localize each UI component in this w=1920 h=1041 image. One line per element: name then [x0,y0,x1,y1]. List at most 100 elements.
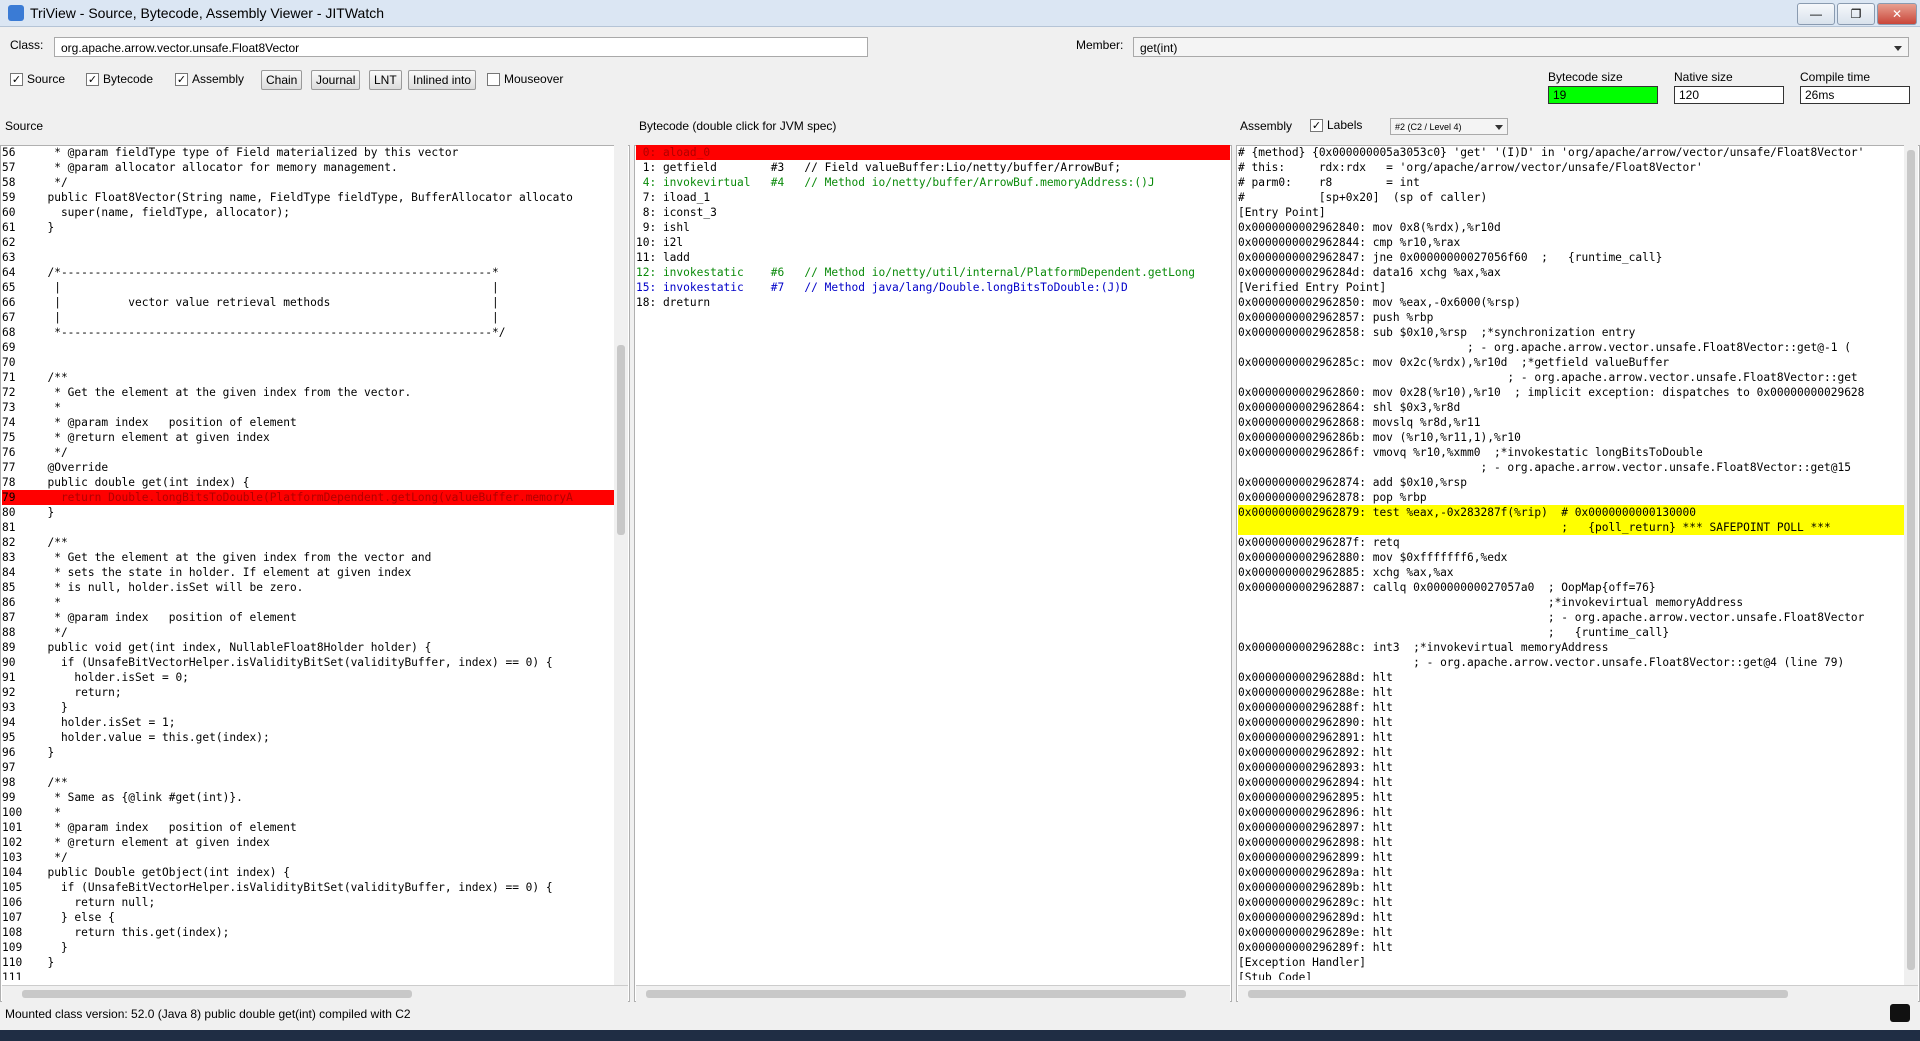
source-line[interactable]: 70 [2,355,614,370]
assembly-code[interactable]: # {method} {0x000000005a3053c0} 'get' '(… [1238,145,1904,980]
assembly-line[interactable]: 0x0000000002962878: pop %rbp [1238,490,1904,505]
source-line[interactable]: 76 */ [2,445,614,460]
source-line[interactable]: 77 @Override [2,460,614,475]
source-line[interactable]: 74 * @param index position of element [2,415,614,430]
source-line[interactable]: 78 public double get(int index) { [2,475,614,490]
assembly-line[interactable]: 0x000000000296286b: mov (%r10,%r11,1),%r… [1238,430,1904,445]
assembly-line[interactable]: 0x0000000002962887: callq 0x000000000270… [1238,580,1904,595]
bytecode-line[interactable]: 12: invokestatic #6 // Method io/netty/u… [636,265,1230,280]
assembly-line[interactable]: 0x0000000002962844: cmp %r10,%rax [1238,235,1904,250]
assembly-line[interactable]: ; - org.apache.arrow.vector.unsafe.Float… [1238,340,1904,355]
bytecode-line[interactable]: 8: iconst_3 [636,205,1230,220]
source-line[interactable]: 67 | | [2,310,614,325]
bytecode-line[interactable]: 9: ishl [636,220,1230,235]
source-line[interactable]: 57 * @param allocator allocator for memo… [2,160,614,175]
assembly-horizontal-scrollbar[interactable] [1238,985,1918,1002]
source-checkbox[interactable]: ✓ Source [10,71,65,87]
assembly-line[interactable]: 0x000000000296288f: hlt [1238,700,1904,715]
assembly-line[interactable]: # parm0: r8 = int [1238,175,1904,190]
source-line[interactable]: 88 */ [2,625,614,640]
assembly-line[interactable]: ; - org.apache.arrow.vector.unsafe.Float… [1238,460,1904,475]
source-line[interactable]: 85 * is null, holder.isSet will be zero. [2,580,614,595]
source-line[interactable]: 90 if (UnsafeBitVectorHelper.isValidityB… [2,655,614,670]
assembly-line[interactable]: 0x000000000296289d: hlt [1238,910,1904,925]
assembly-line[interactable]: 0x0000000002962894: hlt [1238,775,1904,790]
mouseover-checkbox[interactable]: Mouseover [487,71,563,87]
assembly-line[interactable]: 0x0000000002962899: hlt [1238,850,1904,865]
source-line[interactable]: 95 holder.value = this.get(index); [2,730,614,745]
source-line[interactable]: 94 holder.isSet = 1; [2,715,614,730]
assembly-line[interactable]: ; - org.apache.arrow.vector.unsafe.Float… [1238,610,1904,625]
source-line[interactable]: 105 if (UnsafeBitVectorHelper.isValidity… [2,880,614,895]
source-line[interactable]: 109 } [2,940,614,955]
assembly-line[interactable]: [Exception Handler] [1238,955,1904,970]
source-line[interactable]: 82 /** [2,535,614,550]
assembly-line[interactable]: 0x000000000296289e: hlt [1238,925,1904,940]
scroll-thumb[interactable] [1907,150,1915,970]
source-line[interactable]: 99 * Same as {@link #get(int)}. [2,790,614,805]
source-line[interactable]: 84 * sets the state in holder. If elemen… [2,565,614,580]
source-horizontal-scrollbar[interactable] [2,985,628,1002]
assembly-checkbox[interactable]: ✓ Assembly [175,71,244,87]
source-line[interactable]: 69 [2,340,614,355]
assembly-line[interactable]: 0x0000000002962896: hlt [1238,805,1904,820]
source-line[interactable]: 61 } [2,220,614,235]
source-line[interactable]: 64 /*-----------------------------------… [2,265,614,280]
bytecode-line[interactable]: 18: dreturn [636,295,1230,310]
source-line[interactable]: 68 *------------------------------------… [2,325,614,340]
source-vertical-scrollbar[interactable] [614,145,628,985]
source-line[interactable]: 66 | vector value retrieval methods | [2,295,614,310]
assembly-line[interactable]: 0x0000000002962857: push %rbp [1238,310,1904,325]
scroll-thumb[interactable] [646,990,1186,998]
bytecode-horizontal-scrollbar[interactable] [636,985,1230,1002]
bytecode-line[interactable]: 10: i2l [636,235,1230,250]
assembly-line[interactable]: # this: rdx:rdx = 'org/apache/arrow/vect… [1238,160,1904,175]
assembly-line[interactable]: 0x0000000002962858: sub $0x10,%rsp ;*syn… [1238,325,1904,340]
assembly-line[interactable]: 0x0000000002962885: xchg %ax,%ax [1238,565,1904,580]
source-line[interactable]: 103 */ [2,850,614,865]
source-line[interactable]: 59 public Float8Vector(String name, Fiel… [2,190,614,205]
bytecode-line[interactable]: 7: iload_1 [636,190,1230,205]
source-line[interactable]: 102 * @return element at given index [2,835,614,850]
assembly-line[interactable]: 0x0000000002962868: movslq %r8d,%r11 [1238,415,1904,430]
compilation-select[interactable]: #2 (C2 / Level 4) [1390,118,1508,135]
source-line[interactable]: 107 } else { [2,910,614,925]
source-line[interactable]: 87 * @param index position of element [2,610,614,625]
source-line[interactable]: 58 */ [2,175,614,190]
bytecode-checkbox[interactable]: ✓ Bytecode [86,71,153,87]
assembly-line[interactable]: 0x0000000002962892: hlt [1238,745,1904,760]
bytecode-line[interactable]: 1: getfield #3 // Field valueBuffer:Lio/… [636,160,1230,175]
source-line[interactable]: 72 * Get the element at the given index … [2,385,614,400]
source-line[interactable]: 93 } [2,700,614,715]
assembly-line[interactable]: 0x0000000002962895: hlt [1238,790,1904,805]
scroll-thumb[interactable] [1248,990,1788,998]
assembly-line[interactable]: 0x000000000296288c: int3 ;*invokevirtual… [1238,640,1904,655]
assembly-line[interactable]: 0x000000000296288e: hlt [1238,685,1904,700]
source-line[interactable]: 56 * @param fieldType type of Field mate… [2,145,614,160]
bytecode-line[interactable]: 0: aload_0 [636,145,1230,160]
labels-checkbox[interactable]: ✓ Labels [1310,117,1362,133]
source-line[interactable]: 104 public Double getObject(int index) { [2,865,614,880]
assembly-line[interactable]: 0x0000000002962890: hlt [1238,715,1904,730]
source-line[interactable]: 108 return this.get(index); [2,925,614,940]
assembly-line[interactable]: 0x000000000296287f: retq [1238,535,1904,550]
assembly-line[interactable]: 0x000000000296285c: mov 0x2c(%rdx),%r10d… [1238,355,1904,370]
bytecode-line[interactable]: 11: ladd [636,250,1230,265]
assembly-line[interactable]: 0x000000000296288d: hlt [1238,670,1904,685]
lnt-button[interactable]: LNT [369,70,402,90]
source-code[interactable]: 56 * @param fieldType type of Field mate… [2,145,614,980]
source-line[interactable]: 110 } [2,955,614,970]
assembly-line[interactable]: 0x0000000002962897: hlt [1238,820,1904,835]
source-line[interactable]: 101 * @param index position of element [2,820,614,835]
source-line[interactable]: 75 * @return element at given index [2,430,614,445]
source-line[interactable]: 98 /** [2,775,614,790]
assembly-line[interactable]: # {method} {0x000000005a3053c0} 'get' '(… [1238,145,1904,160]
bytecode-line[interactable]: 4: invokevirtual #4 // Method io/netty/b… [636,175,1230,190]
assembly-line[interactable]: 0x000000000296289f: hlt [1238,940,1904,955]
source-line[interactable]: 83 * Get the element at the given index … [2,550,614,565]
assembly-line[interactable]: ; - org.apache.arrow.vector.unsafe.Float… [1238,655,1904,670]
scroll-thumb[interactable] [22,990,412,998]
close-button[interactable]: ✕ [1877,3,1917,25]
maximize-button[interactable]: ❐ [1837,3,1875,25]
assembly-line[interactable]: 0x000000000296289b: hlt [1238,880,1904,895]
